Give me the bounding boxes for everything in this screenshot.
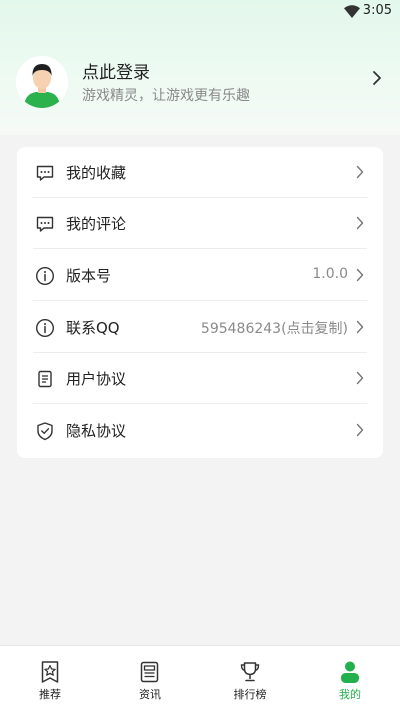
star-badge-icon — [41, 661, 59, 683]
chevron-right-icon — [356, 320, 364, 334]
menu-item-label: 用户协议 — [66, 370, 127, 388]
chevron-right-icon — [356, 216, 364, 230]
qq-number: 595486243(点击复制) — [200, 321, 348, 337]
tab-label: 推荐 — [39, 688, 61, 701]
comment-bubble-icon — [36, 216, 54, 232]
chevron-right-icon — [356, 268, 364, 282]
menu-item-label: 版本号 — [66, 267, 112, 285]
chevron-right-icon — [356, 423, 364, 437]
info-icon — [35, 318, 55, 338]
info-icon — [35, 266, 55, 286]
person-icon — [341, 661, 359, 683]
chevron-right-icon — [373, 71, 381, 85]
trophy-icon — [240, 662, 260, 682]
avatar — [16, 56, 68, 108]
divider — [33, 300, 367, 301]
login-prompt: 点此登录 — [82, 63, 150, 83]
login-profile-row[interactable]: 点此登录 游戏精灵，让游戏更有乐趣 — [0, 54, 400, 114]
menu-item-comments[interactable]: 我的评论 — [17, 198, 383, 249]
tab-recommend[interactable]: 推荐 — [0, 646, 100, 710]
chevron-right-icon — [356, 371, 364, 385]
document-icon — [38, 370, 52, 388]
tab-label: 排行榜 — [233, 688, 267, 701]
wifi-icon — [344, 5, 360, 18]
default-avatar-icon — [16, 56, 68, 108]
comment-bubble-icon — [36, 165, 54, 181]
menu-item-label: 我的评论 — [66, 215, 127, 233]
menu-item-user-agreement[interactable]: 用户协议 — [17, 353, 383, 404]
settings-menu-card: 我的收藏 我的评论 版本号 1.0.0 联系QQ 595486243(点击复制)… — [17, 147, 383, 458]
screen: 3:05 点此登录 游戏精灵，让游戏更有乐趣 我的收藏 我的评论 版本号 1.0… — [0, 0, 400, 710]
divider — [33, 248, 367, 249]
profile-slogan: 游戏精灵，让游戏更有乐趣 — [82, 88, 250, 104]
menu-item-version[interactable]: 版本号 1.0.0 — [17, 250, 383, 301]
newspaper-icon — [140, 661, 159, 683]
menu-item-contact-qq[interactable]: 联系QQ 595486243(点击复制) — [17, 302, 383, 353]
bottom-tab-bar: 推荐 资讯 排行榜 我的 — [0, 645, 400, 710]
menu-item-label: 隐私协议 — [66, 422, 127, 440]
status-bar: 3:05 — [0, 0, 400, 24]
tab-ranking[interactable]: 排行榜 — [200, 646, 300, 710]
chevron-right-icon — [356, 165, 364, 179]
tab-news[interactable]: 资讯 — [100, 646, 200, 710]
tab-mine[interactable]: 我的 — [300, 646, 400, 710]
version-number: 1.0.0 — [312, 266, 348, 282]
status-time: 3:05 — [362, 3, 392, 18]
menu-item-label: 联系QQ — [66, 319, 120, 337]
shield-check-icon — [37, 422, 53, 441]
divider — [33, 403, 367, 404]
menu-item-privacy-policy[interactable]: 隐私协议 — [17, 405, 383, 456]
tab-label: 资讯 — [139, 688, 161, 701]
tab-label: 我的 — [339, 688, 361, 701]
menu-item-label: 我的收藏 — [66, 164, 127, 182]
menu-item-favorites[interactable]: 我的收藏 — [17, 147, 383, 198]
